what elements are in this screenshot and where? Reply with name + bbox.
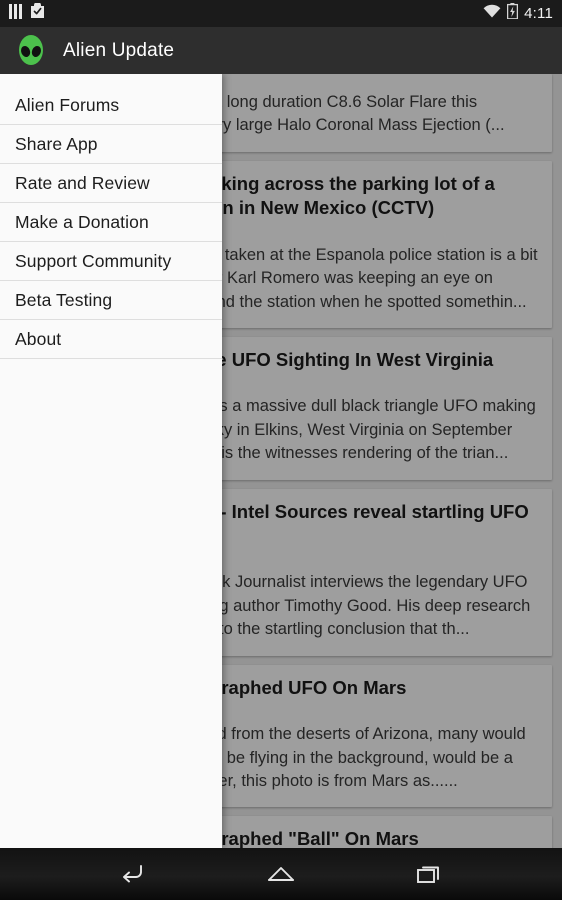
sim-bars-icon bbox=[9, 3, 22, 24]
system-navigation-bar bbox=[0, 848, 562, 900]
home-button[interactable] bbox=[256, 854, 306, 894]
drawer-item-label: Make a Donation bbox=[15, 211, 149, 232]
action-bar: Alien Update bbox=[0, 27, 562, 74]
drawer-item-label: Share App bbox=[15, 133, 98, 154]
app-title: Alien Update bbox=[63, 39, 175, 61]
drawer-item-label: Rate and Review bbox=[15, 172, 150, 193]
drawer-item-beta-testing[interactable]: Beta Testing bbox=[0, 281, 222, 320]
battery-charging-icon bbox=[507, 3, 519, 24]
drawer-item-rate-and-review[interactable]: Rate and Review bbox=[0, 164, 222, 203]
drawer-item-label: About bbox=[15, 328, 62, 349]
navigation-drawer[interactable]: Alien Forums Share App Rate and Review M… bbox=[0, 74, 222, 848]
drawer-item-label: Beta Testing bbox=[15, 289, 113, 310]
status-bar-clock: 4:11 bbox=[524, 5, 553, 22]
drawer-item-label: Support Community bbox=[15, 250, 172, 271]
recents-button[interactable] bbox=[404, 854, 454, 894]
drawer-bottom-edge bbox=[0, 846, 222, 848]
drawer-item-make-a-donation[interactable]: Make a Donation bbox=[0, 203, 222, 242]
status-bar-right-icons: 4:11 bbox=[483, 3, 553, 24]
checkmark-bag-icon bbox=[30, 1, 45, 24]
alien-head-icon[interactable] bbox=[14, 34, 48, 68]
back-button[interactable] bbox=[108, 854, 158, 894]
drawer-item-share-app[interactable]: Share App bbox=[0, 125, 222, 164]
wifi-icon bbox=[483, 4, 501, 23]
drawer-item-label: Alien Forums bbox=[15, 94, 120, 115]
status-bar-left-icons bbox=[9, 1, 45, 24]
android-screen: 4:11 Alien Update place at the same time… bbox=[0, 0, 562, 900]
status-bar: 4:11 bbox=[0, 0, 562, 27]
drawer-item-about[interactable]: About bbox=[0, 320, 222, 359]
drawer-item-alien-forums[interactable]: Alien Forums bbox=[0, 86, 222, 125]
drawer-item-support-community[interactable]: Support Community bbox=[0, 242, 222, 281]
